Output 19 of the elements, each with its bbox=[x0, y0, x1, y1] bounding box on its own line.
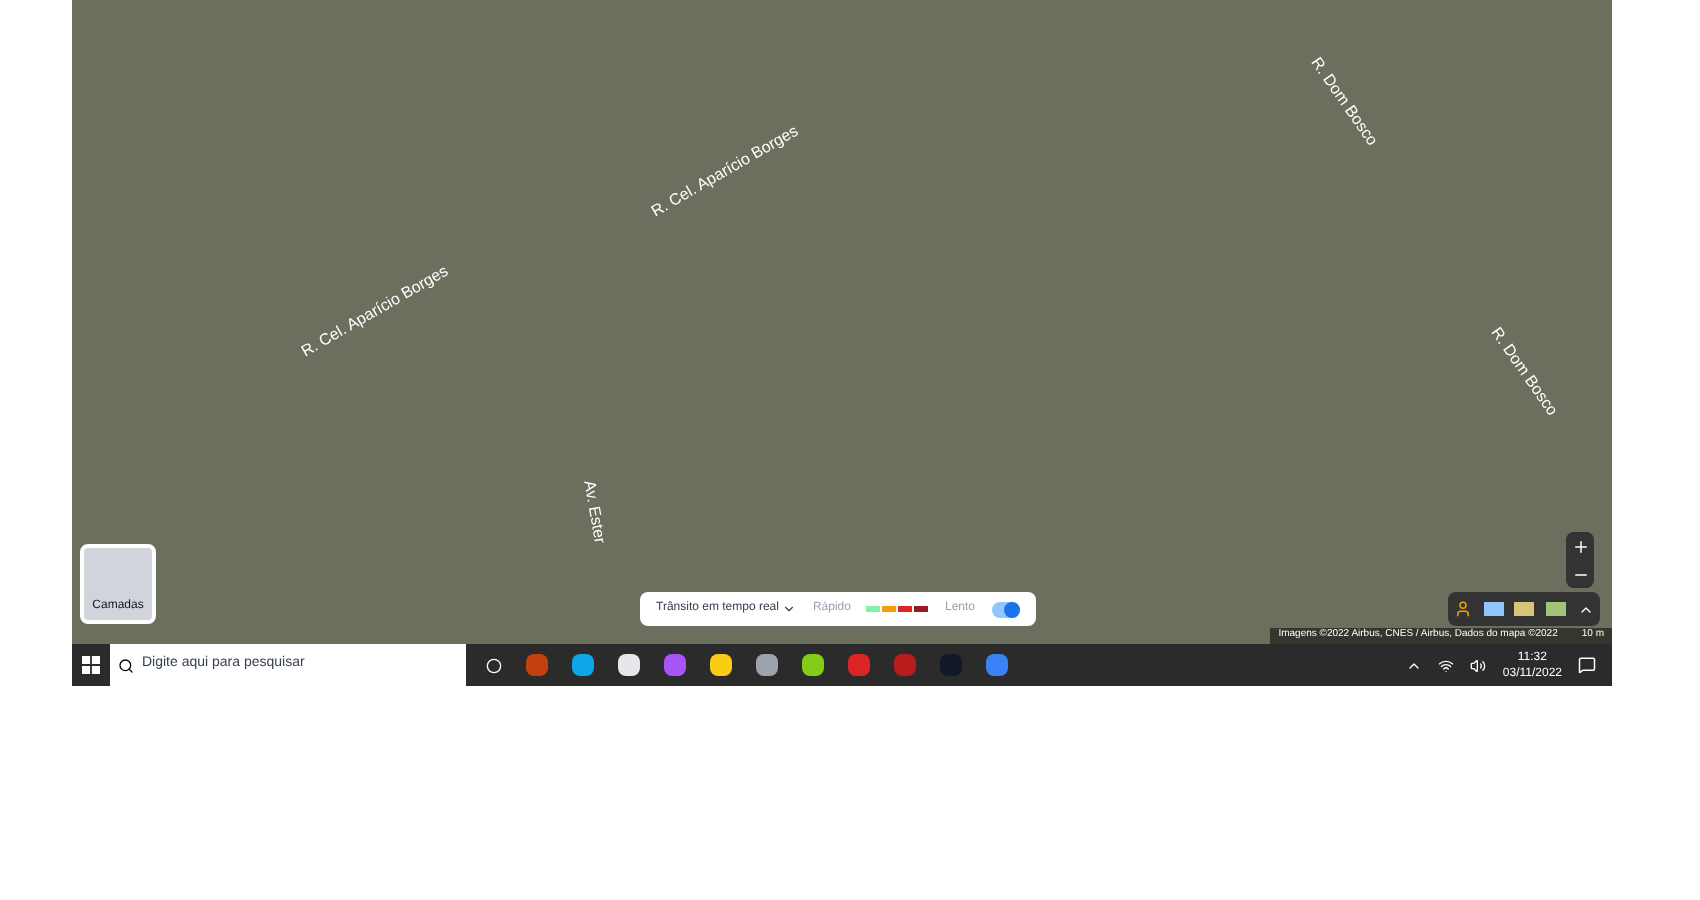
app-icon[interactable] bbox=[710, 654, 732, 676]
zoom-in-icon[interactable] bbox=[1571, 537, 1589, 555]
app-icon[interactable] bbox=[572, 654, 594, 676]
wifi-icon[interactable] bbox=[1438, 657, 1455, 673]
app-icon[interactable] bbox=[756, 654, 778, 676]
app-icon[interactable] bbox=[618, 654, 640, 676]
zoom-control[interactable] bbox=[1566, 532, 1594, 588]
windows-logo-icon[interactable] bbox=[82, 656, 100, 674]
street-view-bar[interactable] bbox=[1448, 592, 1600, 626]
traffic-toggle[interactable] bbox=[991, 601, 1019, 617]
speaker-icon[interactable] bbox=[1470, 657, 1487, 673]
app-icon[interactable] bbox=[802, 654, 824, 676]
task-view-icon[interactable] bbox=[486, 657, 502, 673]
notification-icon[interactable] bbox=[1578, 656, 1596, 674]
caret-icon bbox=[782, 602, 797, 616]
traffic-legend-bar bbox=[866, 606, 929, 612]
person-icon[interactable] bbox=[1453, 600, 1472, 618]
street-label: Av. Ester bbox=[578, 478, 612, 546]
search-icon bbox=[118, 657, 134, 673]
